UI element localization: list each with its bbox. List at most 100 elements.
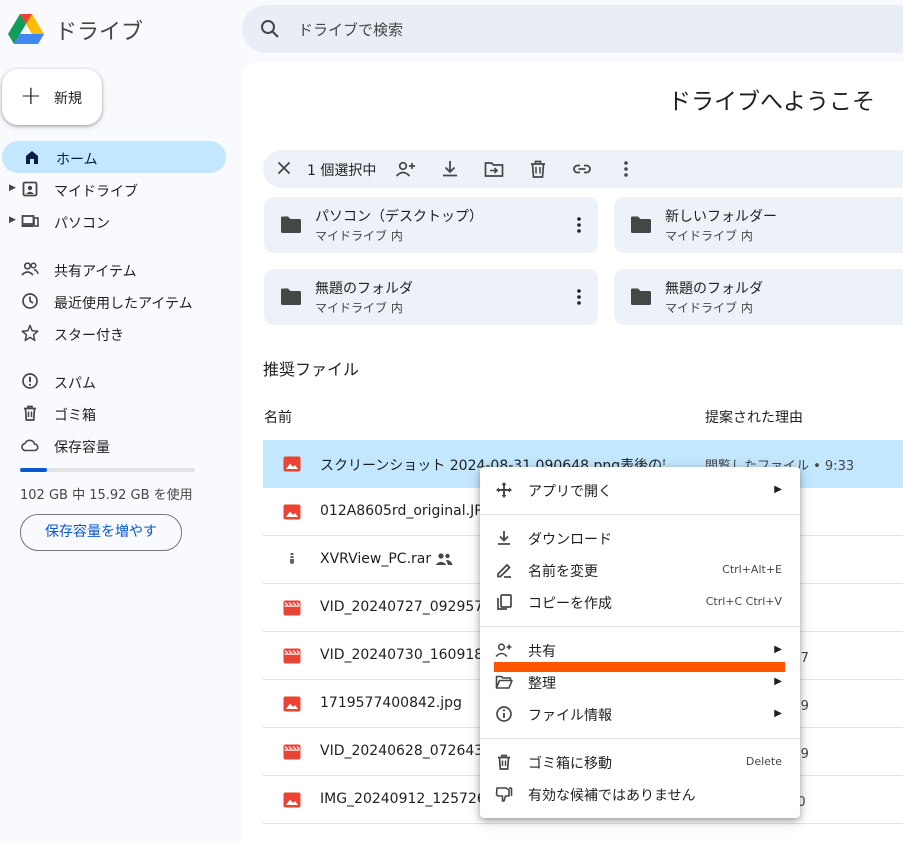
folder-icon <box>631 216 651 233</box>
column-header-reason: 提案された理由 <box>705 410 803 426</box>
computers-icon <box>21 215 39 227</box>
sidebar-item-storage[interactable]: 保存容量 <box>0 429 228 461</box>
menu-item-label: コピーを作成 <box>528 596 612 612</box>
sidebar-item-label: 最近使用したアイテム <box>54 296 193 312</box>
folder-icon <box>631 288 651 305</box>
sidebar-item-my-drive[interactable]: ▶ マイドライブ <box>0 173 228 205</box>
image-file-icon <box>283 792 301 808</box>
more-vert-icon[interactable] <box>615 158 637 180</box>
context-menu: アプリで開く ▶ ダウンロード 名前を変更 Ctrl+Alt+E コピーを作成 … <box>480 467 800 818</box>
info-icon <box>496 706 512 722</box>
sidebar-item-home[interactable]: ホーム <box>2 141 226 173</box>
submenu-arrow-icon: ▶ <box>774 676 782 687</box>
get-more-storage-button[interactable]: 保存容量を増やす <box>20 514 182 551</box>
sidebar-item-label: ゴミ箱 <box>54 408 96 424</box>
download-icon[interactable] <box>439 158 461 180</box>
share-icon <box>495 643 512 658</box>
menu-item-label: アプリで開く <box>528 484 612 500</box>
search-icon[interactable] <box>260 19 280 39</box>
thumbs-down-icon <box>495 787 513 802</box>
close-icon[interactable] <box>275 159 293 177</box>
menu-divider <box>480 514 800 515</box>
folder-card[interactable]: 無題のフォルダ マイドライブ 内 <box>264 269 598 325</box>
trash-icon[interactable] <box>527 158 549 180</box>
more-vert-icon[interactable] <box>572 215 586 235</box>
sidebar-item-label: マイドライブ <box>54 184 138 200</box>
menu-item-label: 共有 <box>528 644 556 660</box>
sidebar-item-computers[interactable]: ▶ パソコン <box>0 205 228 237</box>
plus-icon: + <box>20 81 42 111</box>
archive-file-icon <box>290 553 294 564</box>
storage-usage-text: 102 GB 中 15.92 GB を使用 <box>20 488 193 503</box>
menu-item-label: 名前を変更 <box>528 564 598 580</box>
sidebar-item-trash[interactable]: ゴミ箱 <box>0 397 228 429</box>
trash-icon <box>498 754 510 770</box>
folder-location: マイドライブ 内 <box>315 229 403 243</box>
menu-divider <box>480 626 800 627</box>
sidebar-item-label: パソコン <box>54 216 110 232</box>
section-title: 推奨ファイル <box>263 360 360 379</box>
my-drive-icon <box>22 181 38 197</box>
menu-item-make-copy[interactable]: コピーを作成 Ctrl+C Ctrl+V <box>480 586 800 618</box>
spam-icon <box>22 373 38 389</box>
shared-icon <box>21 262 39 276</box>
sidebar-item-starred[interactable]: スター付き <box>0 317 228 349</box>
column-header-name[interactable]: 名前 <box>264 407 292 427</box>
link-icon[interactable] <box>571 158 593 180</box>
folder-name: パソコン（デスクトップ） <box>315 209 483 225</box>
submenu-arrow-icon: ▶ <box>774 708 782 719</box>
move-icon[interactable] <box>483 158 505 180</box>
folder-location: マイドライブ 内 <box>315 301 403 315</box>
menu-item-label: ゴミ箱に移動 <box>528 756 612 772</box>
rename-icon <box>497 563 511 578</box>
video-file-icon <box>283 600 301 616</box>
menu-item-not-helpful[interactable]: 有効な候補ではありません <box>480 778 800 810</box>
menu-item-move-to-trash[interactable]: ゴミ箱に移動 Delete <box>480 746 800 778</box>
more-vert-icon[interactable] <box>572 287 586 307</box>
sidebar-item-label: ホーム <box>56 152 98 168</box>
new-button[interactable]: + 新規 <box>2 69 102 125</box>
folder-card[interactable]: 新しいフォルダー マイドライブ 内 <box>614 197 903 253</box>
expand-arrow-icon[interactable]: ▶ <box>9 183 16 193</box>
folder-card[interactable]: パソコン（デスクトップ） マイドライブ 内 <box>264 197 598 253</box>
storage-progress-bar <box>20 468 195 472</box>
sidebar-item-shared[interactable]: 共有アイテム <box>0 253 228 285</box>
folder-location: マイドライブ 内 <box>665 229 753 243</box>
image-file-icon <box>283 504 301 520</box>
video-file-icon <box>283 648 301 664</box>
submenu-arrow-icon: ▶ <box>774 484 782 495</box>
image-file-icon <box>283 696 301 712</box>
shared-people-icon <box>435 553 453 565</box>
share-icon[interactable] <box>395 158 417 180</box>
trash-icon <box>24 405 36 421</box>
expand-arrow-icon[interactable]: ▶ <box>9 215 16 225</box>
app-name[interactable]: ドライブ <box>55 14 143 46</box>
recent-icon <box>22 293 38 309</box>
folder-name: 無題のフォルダ <box>665 281 763 297</box>
menu-item-label: ダウンロード <box>528 532 612 548</box>
folder-name: 新しいフォルダー <box>665 209 777 225</box>
search-bar[interactable]: ドライブで検索 <box>242 5 903 53</box>
menu-divider <box>480 738 800 739</box>
drive-logo-icon[interactable] <box>8 10 44 46</box>
organize-icon <box>495 675 513 689</box>
folder-icon <box>281 288 301 305</box>
storage-progress-fill <box>20 468 48 472</box>
highlight-annotation-mark <box>494 662 785 672</box>
menu-item-download[interactable]: ダウンロード <box>480 522 800 554</box>
image-file-icon <box>283 456 301 472</box>
sidebar-item-recent[interactable]: 最近使用したアイテム <box>0 285 228 317</box>
menu-item-rename[interactable]: 名前を変更 Ctrl+Alt+E <box>480 554 800 586</box>
folder-card[interactable]: 無題のフォルダ マイドライブ 内 <box>614 269 903 325</box>
search-input[interactable]: ドライブで検索 <box>298 19 403 40</box>
home-icon <box>26 151 38 164</box>
folder-name: 無題のフォルダ <box>315 281 413 297</box>
shortcut-text: Ctrl+Alt+E <box>722 563 782 576</box>
menu-item-file-info[interactable]: ファイル情報 ▶ <box>480 698 800 730</box>
sidebar-item-label: スパム <box>54 376 96 392</box>
menu-item-open-with[interactable]: アプリで開く ▶ <box>480 474 800 506</box>
selection-toolbar: 1 個選択中 <box>263 150 903 188</box>
sidebar-item-label: スター付き <box>54 328 124 344</box>
sidebar-item-spam[interactable]: スパム <box>0 365 228 397</box>
download-icon <box>498 531 510 545</box>
